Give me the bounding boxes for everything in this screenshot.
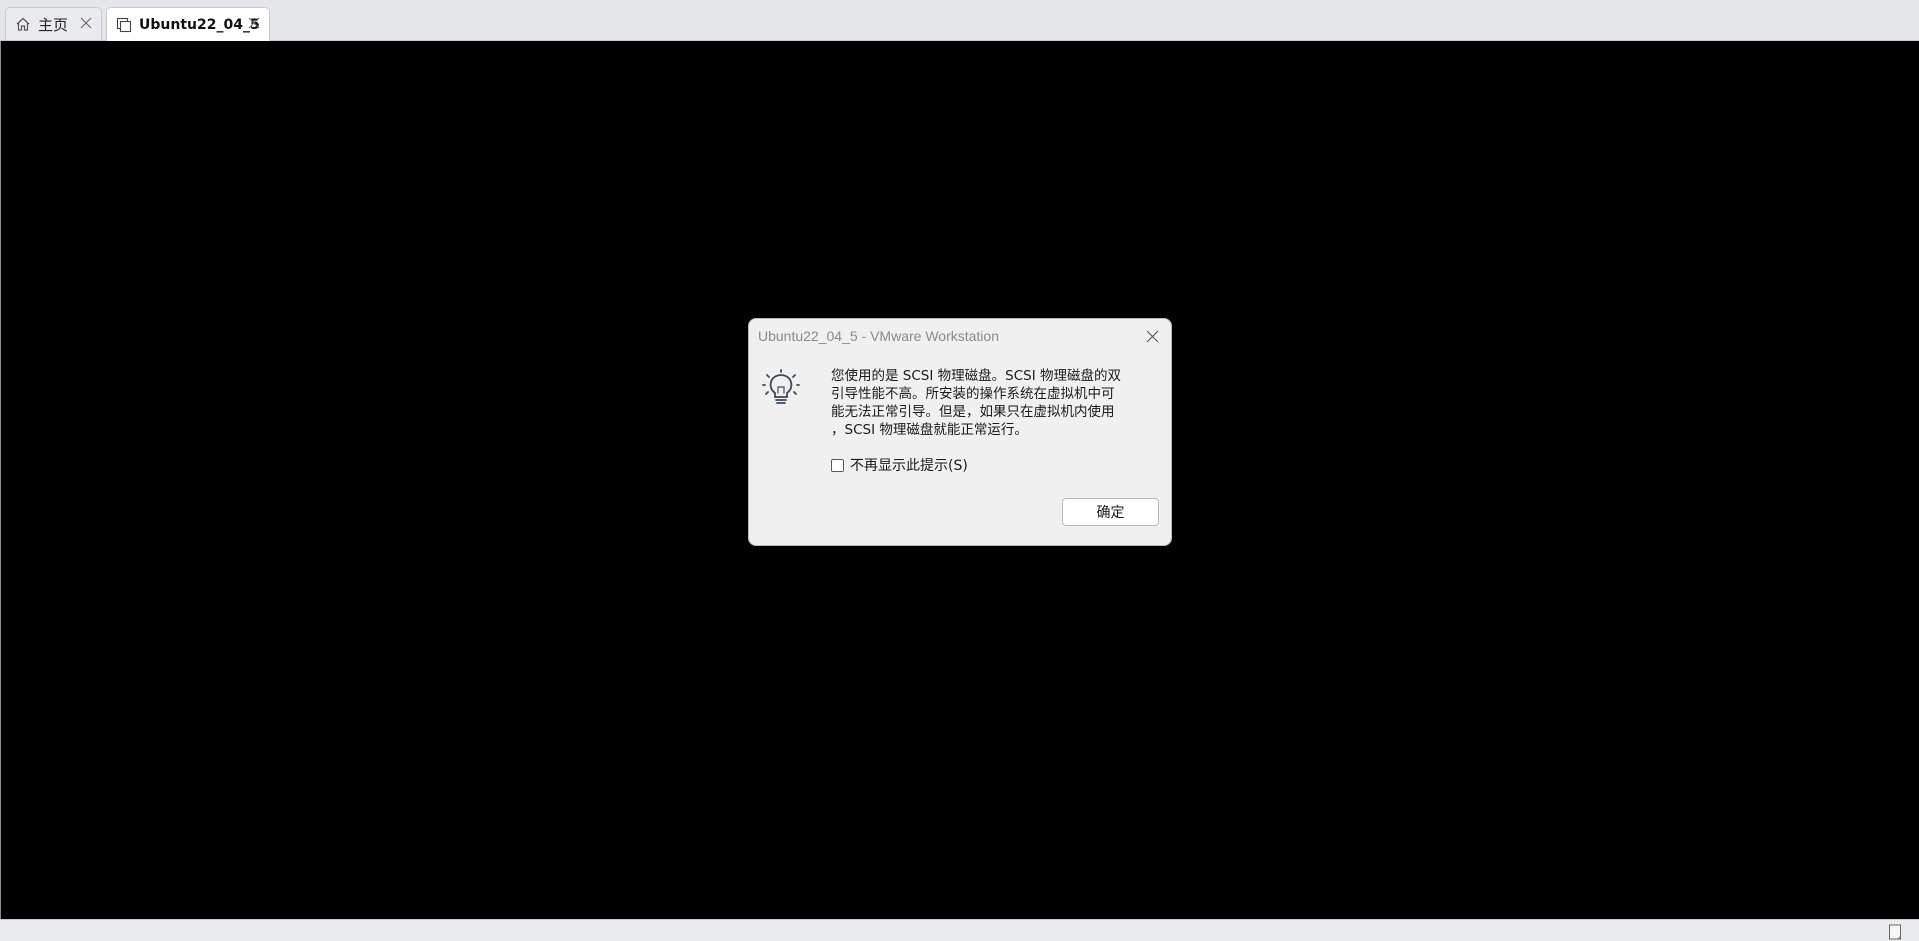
tab-ubuntu-vm[interactable]: Ubuntu22_04_5	[106, 7, 270, 41]
vmware-window: 主页 Ubuntu22_04_5 Ubuntu22_04_5 - VMware …	[0, 0, 1919, 941]
scsi-warning-dialog: Ubuntu22_04_5 - VMware Workstation 您使用的是…	[748, 318, 1172, 546]
message-line: 您使用的是 SCSI 物理磁盘。SCSI 物理磁盘的双	[831, 368, 1121, 384]
message-line: 引导性能不高。所安装的操作系统在虚拟机中可	[831, 386, 1115, 402]
dialog-message: 您使用的是 SCSI 物理磁盘。SCSI 物理磁盘的双 引导性能不高。所安装的操…	[831, 367, 1161, 439]
status-bar	[0, 919, 1919, 941]
dont-show-again-row[interactable]: 不再显示此提示(S)	[831, 455, 968, 475]
message-line: ，SCSI 物理磁盘就能正常运行。	[831, 422, 1028, 438]
dont-show-again-checkbox[interactable]	[831, 458, 844, 472]
home-icon	[14, 15, 32, 33]
message-log-icon[interactable]	[1888, 924, 1902, 940]
ok-button[interactable]: 确定	[1062, 498, 1159, 526]
tab-home-label: 主页	[38, 15, 69, 34]
tab-ubuntu-vm-label: Ubuntu22_04_5	[139, 16, 260, 33]
tab-home[interactable]: 主页	[5, 7, 102, 40]
dialog-title: Ubuntu22_04_5 - VMware Workstation	[758, 328, 999, 344]
lightbulb-icon	[762, 369, 800, 409]
close-icon[interactable]	[79, 16, 93, 30]
close-icon[interactable]	[1145, 329, 1159, 343]
dont-show-again-label[interactable]: 不再显示此提示(S)	[850, 455, 968, 475]
tab-bar: 主页 Ubuntu22_04_5	[0, 0, 1919, 41]
close-icon[interactable]	[247, 16, 261, 30]
vm-icon	[115, 16, 133, 34]
message-line: 能无法正常引导。但是，如果只在虚拟机内使用	[831, 404, 1115, 420]
